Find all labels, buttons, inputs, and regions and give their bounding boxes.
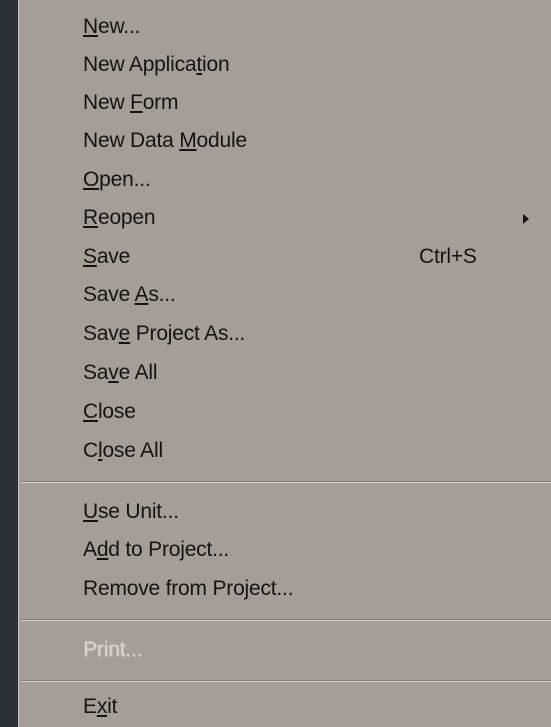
menu-item-reopen[interactable]: Reopen <box>83 199 543 237</box>
menu-item-label: Save All <box>83 361 158 384</box>
menu-item-label: Use Unit... <box>83 500 179 523</box>
menu-item-new-data-module[interactable]: New Data Module <box>83 122 543 160</box>
menu-item-close-all[interactable]: Close All <box>83 432 543 470</box>
menu-item-remove-from-project[interactable]: Remove from Project... <box>83 570 543 608</box>
menu-item-label: Open... <box>83 168 151 191</box>
menu-item-save[interactable]: Save Ctrl+S <box>83 238 543 276</box>
menu-item-add-to-project[interactable]: Add to Project... <box>83 531 543 569</box>
menu-item-label: Save <box>83 245 131 268</box>
menu-item-label: Print... <box>83 638 143 661</box>
menu-item-use-unit[interactable]: Use Unit... <box>83 493 543 531</box>
menu-item-new[interactable]: New... <box>83 8 543 46</box>
menu-item-label: Remove from Project... <box>83 577 294 600</box>
menu-separator <box>21 680 551 682</box>
menu-item-label: New Data Module <box>83 129 247 152</box>
menu-item-open[interactable]: Open... <box>83 161 543 199</box>
menu-item-new-application[interactable]: New Application <box>83 46 543 84</box>
menu-separator <box>21 619 551 621</box>
menu-item-label: New... <box>83 15 141 38</box>
menu-item-label: New Application <box>83 53 230 76</box>
menu-item-label: Exit <box>83 695 118 718</box>
menu-item-save-project-as[interactable]: Save Project As... <box>83 315 543 353</box>
menu-item-label: Close <box>83 400 136 423</box>
menu-item-label: Save Project As... <box>83 322 246 345</box>
menu-item-label: Add to Project... <box>83 538 230 561</box>
menu-item-label: Save As... <box>83 283 176 306</box>
menu-separator <box>21 481 551 483</box>
menu-item-new-form[interactable]: New Form <box>83 84 543 122</box>
chevron-right-icon <box>523 214 529 224</box>
menu-item-shortcut: Ctrl+S <box>419 245 477 268</box>
menu-item-label: Close All <box>83 439 163 462</box>
menu-item-save-all[interactable]: Save All <box>83 354 543 392</box>
menu-item-exit[interactable]: Exit <box>83 688 543 726</box>
menu-item-print: Print... <box>83 631 543 669</box>
screen-background: New... New Application New Form New Data… <box>0 0 551 727</box>
file-menu: New... New Application New Form New Data… <box>18 0 551 727</box>
menu-item-label: Reopen <box>83 206 156 229</box>
menu-item-close[interactable]: Close <box>83 393 543 431</box>
menu-item-save-as[interactable]: Save As... <box>83 276 543 314</box>
menu-item-label: New Form <box>83 91 179 114</box>
